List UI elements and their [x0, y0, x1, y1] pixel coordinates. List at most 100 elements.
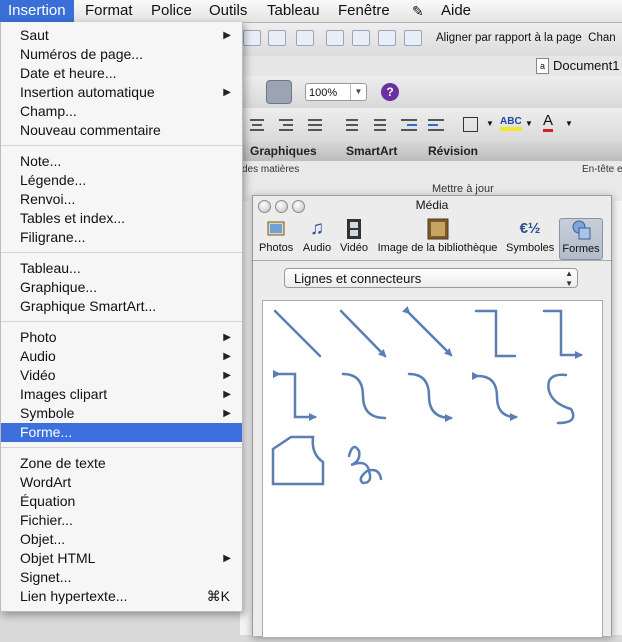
menu-insertion[interactable]: Insertion — [0, 0, 74, 22]
menu-item-tableau[interactable]: Tableau... — [1, 259, 242, 278]
tab-shapes[interactable]: Formes — [559, 218, 603, 260]
updown-arrows-icon: ▲ ▼ — [565, 269, 573, 288]
elbow-connector-shape[interactable] — [474, 309, 517, 358]
tab-video[interactable]: Vidéo — [339, 218, 369, 258]
toolbar-icon[interactable] — [243, 30, 261, 46]
chevron-down-icon[interactable]: ▼ — [486, 119, 494, 128]
menu-item-label: Nouveau commentaire — [20, 122, 161, 138]
menu-item-label: Insertion automatique — [20, 84, 155, 100]
curved-double-arrow-shape[interactable] — [471, 371, 518, 421]
borders-icon[interactable] — [463, 117, 478, 132]
align-label-cut: Chan — [588, 32, 616, 44]
document-icon: a — [536, 58, 549, 74]
view-button[interactable] — [266, 80, 292, 104]
menu-item-lien-hypertexte[interactable]: Lien hypertexte... ⌘K — [1, 587, 242, 606]
tab-label: Vidéo — [340, 242, 368, 254]
menu-item-label: Photo — [20, 329, 57, 345]
menu-item-audio[interactable]: Audio ▶ — [1, 347, 242, 366]
music-note-icon: ♫ — [309, 218, 325, 239]
ribbon-tabs: Graphiques SmartArt Révision — [240, 142, 622, 162]
media-browser: Média Photos ♫ Audio Vidéo Image de la b… — [252, 195, 612, 637]
menu-item-label: Légende... — [20, 172, 87, 188]
menu-item-wordart[interactable]: WordArt — [1, 473, 242, 492]
menu-item-photo[interactable]: Photo ▶ — [1, 328, 242, 347]
curve-shape[interactable] — [547, 373, 575, 425]
tab-label: Audio — [302, 242, 332, 254]
menu-item-saut[interactable]: Saut ▶ — [1, 26, 242, 45]
elbow-double-arrow-shape[interactable] — [273, 370, 317, 421]
menu-item-numeros-de-page[interactable]: Numéros de page... — [1, 45, 242, 64]
menu-item-tables-et-index[interactable]: Tables et index... — [1, 209, 242, 228]
toolbar-icon[interactable] — [404, 30, 422, 46]
tab-symbols[interactable]: €½ Symboles — [506, 218, 554, 258]
update-button[interactable]: Mettre à jour — [432, 183, 494, 195]
menu-item-label: Fichier... — [20, 512, 73, 528]
menu-separator — [1, 321, 242, 322]
tab-audio[interactable]: ♫ Audio — [301, 218, 333, 258]
help-icon[interactable]: ? — [381, 83, 399, 101]
menu-item-graphique[interactable]: Graphique... — [1, 278, 242, 297]
applescript-icon[interactable]: ✎ — [404, 0, 432, 22]
toolbar-icon[interactable] — [296, 30, 314, 46]
toolbar-icon[interactable] — [268, 30, 286, 46]
shortcut-label: ⌘K — [206, 588, 230, 604]
menu-item-symbole[interactable]: Symbole ▶ — [1, 404, 242, 423]
freeform-shape[interactable] — [271, 435, 325, 486]
menu-fenetre[interactable]: Fenêtre — [330, 0, 398, 22]
category-select[interactable]: Lignes et connecteurs ▲ ▼ — [284, 268, 578, 288]
tab-smartart[interactable]: SmartArt — [346, 144, 397, 158]
menu-item-nouveau-commentaire[interactable]: Nouveau commentaire — [1, 121, 242, 140]
highlight-icon[interactable]: ABC — [500, 116, 522, 131]
toolbar-icon[interactable] — [326, 30, 344, 46]
tab-photos[interactable]: Photos — [259, 218, 293, 258]
submenu-arrow-icon: ▶ — [223, 30, 231, 41]
menu-item-objet[interactable]: Objet... — [1, 530, 242, 549]
menu-item-label: Champ... — [20, 103, 77, 119]
menu-item-filigrane[interactable]: Filigrane... — [1, 228, 242, 247]
double-arrow-line-shape[interactable] — [401, 305, 453, 357]
scribble-shape[interactable] — [347, 445, 383, 485]
tab-revision[interactable]: Révision — [428, 144, 478, 158]
tab-label: Symboles — [506, 242, 555, 254]
tab-image-library[interactable]: Image de la bibliothèque — [376, 218, 499, 258]
menu-tableau[interactable]: Tableau — [259, 0, 328, 22]
line-arrow-shape[interactable] — [339, 309, 387, 358]
chevron-down-icon[interactable]: ▼ — [525, 119, 533, 128]
curved-connector-shape[interactable] — [341, 372, 387, 420]
menu-item-label: Objet HTML — [20, 550, 96, 566]
menu-aide[interactable]: Aide — [433, 0, 479, 22]
menu-item-zone-de-texte[interactable]: Zone de texte — [1, 454, 242, 473]
header-group-label: En-tête e — [582, 164, 622, 175]
toolbar-icon[interactable] — [378, 30, 396, 46]
menu-item-fichier[interactable]: Fichier... — [1, 511, 242, 530]
menu-item-champ[interactable]: Champ... — [1, 102, 242, 121]
chevron-down-icon[interactable]: ▼ — [565, 119, 573, 128]
menu-item-signet[interactable]: Signet... — [1, 568, 242, 587]
menu-item-objet-html[interactable]: Objet HTML ▶ — [1, 549, 242, 568]
menu-item-forme[interactable]: Forme... — [1, 423, 242, 442]
curved-arrow-shape[interactable] — [407, 372, 453, 422]
menu-item-insertion-automatique[interactable]: Insertion automatique ▶ — [1, 83, 242, 102]
menu-item-note[interactable]: Note... — [1, 152, 242, 171]
menu-item-legende[interactable]: Légende... — [1, 171, 242, 190]
menu-format[interactable]: Format — [77, 0, 141, 22]
menu-item-renvoi[interactable]: Renvoi... — [1, 190, 242, 209]
menu-item-equation[interactable]: Équation — [1, 492, 242, 511]
elbow-arrow-shape[interactable] — [542, 309, 583, 359]
toolbar-icon[interactable] — [352, 30, 370, 46]
font-color-icon[interactable]: A — [543, 113, 554, 132]
menu-item-label: Note... — [20, 153, 62, 169]
menu-item-graphique-smartart[interactable]: Graphique SmartArt... — [1, 297, 242, 316]
submenu-arrow-icon: ▶ — [223, 553, 231, 564]
menu-outils[interactable]: Outils — [201, 0, 255, 22]
align-to-page-label[interactable]: Aligner par rapport à la page Chan — [436, 32, 616, 44]
menu-item-date-et-heure[interactable]: Date et heure... — [1, 64, 242, 83]
film-icon — [339, 218, 369, 240]
menu-police[interactable]: Police — [143, 0, 200, 22]
menu-item-video[interactable]: Vidéo ▶ — [1, 366, 242, 385]
line-shape[interactable] — [273, 309, 322, 358]
menu-item-images-clipart[interactable]: Images clipart ▶ — [1, 385, 242, 404]
tab-graphiques[interactable]: Graphiques — [250, 144, 317, 158]
chevron-down-icon[interactable]: ▼ — [350, 84, 366, 100]
menu-item-label: Signet... — [20, 569, 72, 585]
